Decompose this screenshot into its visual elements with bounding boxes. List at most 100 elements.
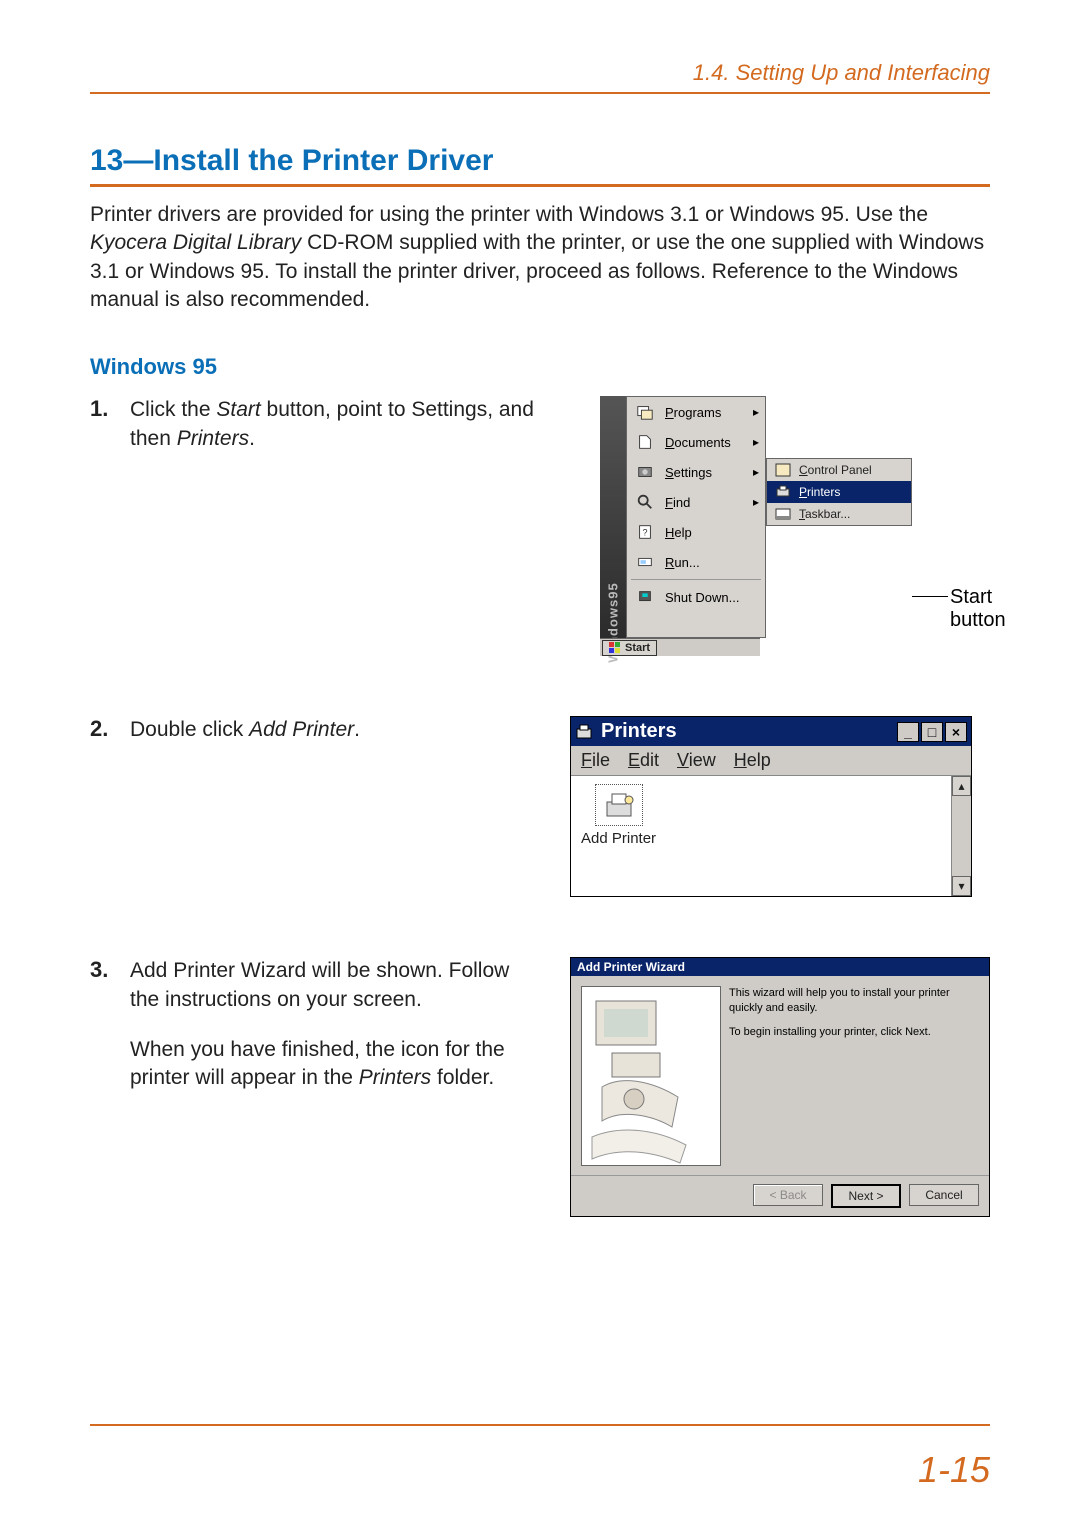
cancel-button[interactable]: Cancel	[909, 1184, 979, 1206]
settings-submenu: Control Panel Printers Taskbar...	[766, 458, 912, 526]
wizard-line-2: To begin installing your printer, click …	[729, 1025, 979, 1039]
step3-para-2: When you have finished, the icon for the…	[130, 1036, 542, 1093]
start-button-label: Start	[625, 642, 650, 654]
windows-logo-icon	[609, 642, 621, 654]
submenu-label: Printers	[799, 485, 840, 499]
step3-ital: Printers	[359, 1066, 431, 1089]
documents-icon	[635, 433, 655, 451]
step3-para-1: Add Printer Wizard will be shown. Follow…	[130, 957, 542, 1014]
submenu-label: Taskbar...	[799, 507, 850, 521]
start-item-programs[interactable]: Programs	[627, 397, 765, 427]
back-button: < Back	[753, 1184, 823, 1206]
wizard-button-row: < Back Next > Cancel	[571, 1176, 989, 1216]
menu-view[interactable]: View	[677, 750, 716, 771]
wizard-window: Add Printer Wizard	[570, 957, 990, 1217]
control-panel-icon	[775, 463, 791, 477]
section-title: 13—Install the Printer Driver	[90, 144, 990, 187]
footer-rule	[90, 1424, 990, 1426]
wizard-text: This wizard will help you to install you…	[729, 986, 979, 1171]
callout-label: Start button	[950, 586, 1006, 632]
start-item-label: Shut Down...	[665, 590, 739, 605]
start-item-label: Programs	[665, 405, 721, 420]
start-item-shutdown[interactable]: Shut Down...	[627, 582, 765, 612]
step1-text-c: .	[249, 427, 255, 450]
intro-ital-1: Kyocera Digital Library	[90, 231, 301, 254]
submenu-printers[interactable]: Printers	[767, 481, 911, 503]
minimize-button[interactable]: _	[897, 722, 919, 742]
step1-ital-b: Printers	[177, 427, 249, 450]
step2-ital: Add Printer	[249, 718, 354, 741]
menu-bar: File Edit View Help	[571, 746, 971, 776]
manual-page: 1.4. Setting Up and Interfacing 13—Insta…	[0, 0, 1080, 1526]
start-item-label: Run...	[665, 555, 700, 570]
step-body: Add Printer Wizard will be shown. Follow…	[130, 957, 542, 1092]
start-item-find[interactable]: Find	[627, 487, 765, 517]
step-row-2: 2. Double click Add Printer. Printers _ …	[90, 716, 990, 897]
step-row-1: 1. Click the Start button, point to Sett…	[90, 396, 990, 656]
step-number: 1.	[90, 396, 118, 422]
taskbar: Start	[600, 638, 760, 656]
next-button[interactable]: Next >	[831, 1184, 901, 1208]
start-button[interactable]: Start	[602, 640, 657, 656]
close-button[interactable]: ×	[945, 722, 967, 742]
submenu-label: Control Panel	[799, 463, 872, 477]
scroll-up-button[interactable]: ▴	[952, 776, 971, 796]
submenu-taskbar[interactable]: Taskbar...	[767, 503, 911, 525]
step1-text-a: Click the	[130, 398, 216, 421]
start-item-help[interactable]: ? Help	[627, 517, 765, 547]
settings-icon	[635, 463, 655, 481]
running-head: 1.4. Setting Up and Interfacing	[90, 60, 990, 94]
window-controls: _ □ ×	[897, 722, 967, 742]
printers-folder-icon	[575, 723, 593, 741]
start-item-run[interactable]: Run...	[627, 547, 765, 577]
wizard-image	[581, 986, 721, 1166]
window-title: Printers	[601, 720, 677, 743]
window-client-area: Add Printer ▴ ▾	[571, 776, 971, 896]
window-title-bar: Printers _ □ ×	[571, 717, 971, 746]
submenu-control-panel[interactable]: Control Panel	[767, 459, 911, 481]
menu-edit[interactable]: Edit	[628, 750, 659, 771]
wizard-title: Add Printer Wizard	[571, 958, 989, 976]
intro-text-1: Printer drivers are provided for using t…	[90, 203, 928, 226]
page-number: 1-15	[918, 1449, 990, 1491]
printers-icon	[775, 485, 791, 499]
start-item-label: Documents	[665, 435, 731, 450]
scroll-down-button[interactable]: ▾	[952, 876, 971, 896]
start-item-settings[interactable]: Settings	[627, 457, 765, 487]
menu-file[interactable]: File	[581, 750, 610, 771]
add-printer-item[interactable]: Add Printer	[581, 784, 656, 847]
start-item-label: Find	[665, 495, 690, 510]
help-icon: ?	[635, 523, 655, 541]
menu-help[interactable]: Help	[734, 750, 771, 771]
step-body: Click the Start button, point to Setting…	[130, 396, 542, 453]
step1-ital-a: Start	[216, 398, 260, 421]
taskbar-icon	[775, 507, 791, 521]
step3-text-b: folder.	[431, 1066, 494, 1089]
wizard-line-1: This wizard will help you to install you…	[729, 986, 979, 1015]
step-number: 3.	[90, 957, 118, 983]
start-item-label: Settings	[665, 465, 712, 480]
figure-wizard: Add Printer Wizard	[570, 957, 990, 1217]
programs-icon	[635, 403, 655, 421]
add-printer-label: Add Printer	[581, 830, 656, 847]
start-item-label: Help	[665, 525, 692, 540]
find-icon	[635, 493, 655, 511]
step-body: Double click Add Printer.	[130, 716, 360, 744]
start-separator	[631, 579, 761, 580]
figure-start-menu: Windows95 Programs Documents Settings	[570, 396, 990, 656]
figure-printers-window: Printers _ □ × File Edit View Help	[570, 716, 990, 897]
intro-paragraph: Printer drivers are provided for using t…	[90, 201, 990, 314]
step-number: 2.	[90, 716, 118, 742]
scrollbar[interactable]: ▴ ▾	[951, 776, 971, 896]
callout-line	[912, 596, 948, 597]
start-menu-sidebar: Windows95	[600, 396, 626, 638]
start-item-documents[interactable]: Documents	[627, 427, 765, 457]
run-icon	[635, 553, 655, 571]
printers-window: Printers _ □ × File Edit View Help	[570, 716, 972, 897]
step2-text-b: .	[354, 718, 360, 741]
os-heading: Windows 95	[90, 354, 990, 380]
shutdown-icon	[635, 588, 655, 606]
maximize-button[interactable]: □	[921, 722, 943, 742]
svg-text:?: ?	[642, 528, 647, 538]
step2-text-a: Double click	[130, 718, 249, 741]
